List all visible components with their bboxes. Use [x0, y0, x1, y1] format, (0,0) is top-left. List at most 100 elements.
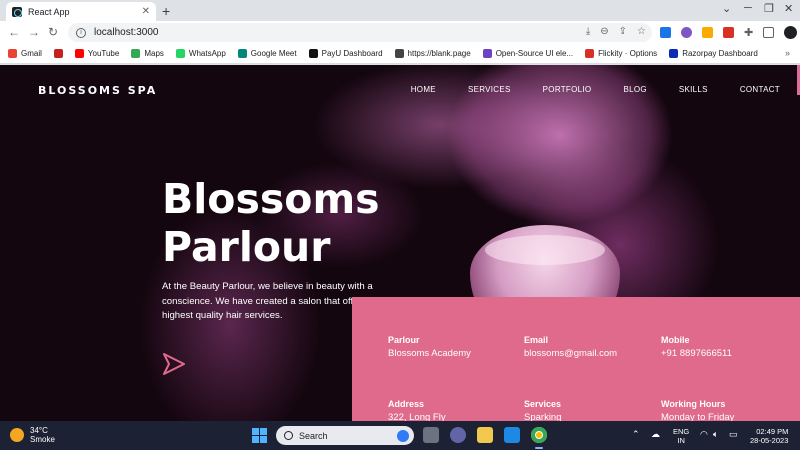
bookmark-item[interactable]: https://blank.page [394, 49, 471, 58]
bookmark-item[interactable]: PayU Dashboard [308, 49, 383, 58]
bookmark-icon [394, 49, 404, 58]
info-label: Email [524, 335, 549, 345]
tab-strip: React App ✕ + ⌄ ─ ❐ ✕ [0, 0, 800, 21]
vscode-icon[interactable] [504, 427, 520, 443]
file-explorer-icon[interactable] [477, 427, 493, 443]
hero-title-line1: Blossoms [162, 175, 380, 223]
bookmark-item[interactable]: Gmail [8, 49, 42, 58]
bookmark-label: https://blank.page [407, 49, 471, 58]
wifi-icon[interactable]: ◠ [700, 429, 708, 440]
clock-time: 02:49 PM [756, 427, 789, 436]
browser-tab[interactable]: React App ✕ [6, 2, 156, 21]
bing-icon[interactable] [397, 429, 409, 442]
chevron-up-icon[interactable]: ⌃ [632, 429, 640, 440]
info-icon[interactable]: i [76, 27, 86, 38]
close-tab-icon[interactable]: ✕ [142, 6, 150, 17]
bookmark-label: Razorpay Dashboard [682, 49, 758, 58]
weather-desc: Smoke [30, 435, 55, 444]
react-icon [12, 6, 22, 17]
chrome-icon[interactable] [531, 427, 547, 443]
bookmark-label: Google Meet [250, 49, 297, 58]
side-panel-icon[interactable] [763, 27, 775, 38]
nav-home[interactable]: HOME [411, 85, 436, 94]
taskbar-search[interactable]: Search [276, 426, 414, 445]
info-panel: Parlour Blossoms Academy Email blossoms@… [352, 297, 800, 421]
info-value[interactable]: +91 8897666511 [661, 348, 800, 359]
bookmark-label: WhatsApp [188, 49, 226, 58]
bookmark-item[interactable]: Open-Source UI ele... [482, 49, 574, 58]
nav-portfolio[interactable]: PORTFOLIO [543, 85, 592, 94]
send-arrow-icon[interactable] [162, 353, 186, 375]
nav-contact[interactable]: CONTACT [740, 85, 780, 94]
bookmark-label: PayU Dashboard [321, 49, 383, 58]
install-icon[interactable]: ⤓ [586, 26, 590, 37]
address-bar[interactable]: i localhost:3000 ⤓ ⊖ ⇪ ☆ [68, 23, 652, 42]
battery-icon[interactable]: ▭ [729, 429, 738, 440]
active-app-indicator [535, 447, 543, 449]
bookmark-label: Open-Source UI ele... [495, 49, 574, 58]
bookmark-star-icon[interactable]: ☆ [637, 26, 646, 37]
info-value: Monday to Friday [661, 412, 735, 421]
info-parlour: Parlour Blossoms Academy [388, 335, 528, 359]
volume-icon[interactable]: 🔈︎ [713, 429, 718, 440]
bookmarks-more-icon[interactable]: » [785, 48, 790, 58]
search-icon [284, 431, 293, 440]
bookmark-item[interactable]: WhatsApp [175, 49, 226, 58]
profile-avatar[interactable] [784, 26, 798, 39]
page-viewport: BLOSSOMS SPA HOME SERVICES PORTFOLIO BLO… [0, 65, 800, 421]
info-value: 322, Long Fly [388, 412, 446, 421]
bookmark-item[interactable]: YouTube [74, 49, 119, 58]
bookmark-item[interactable]: Maps [131, 49, 164, 58]
info-label: Mobile [661, 335, 690, 345]
minimize-icon[interactable]: ─ [744, 2, 752, 14]
info-address: Address 322, Long Fly [388, 399, 528, 421]
url-text: localhost:3000 [94, 27, 159, 38]
teams-icon[interactable] [450, 427, 466, 443]
new-tab-button[interactable]: + [162, 3, 170, 19]
bookmark-icon [669, 49, 679, 58]
extension-icon[interactable] [681, 27, 692, 38]
bookmark-item[interactable]: Google Meet [237, 49, 297, 58]
reload-icon[interactable]: ↻ [48, 25, 58, 39]
back-icon[interactable]: ← [8, 25, 20, 39]
language-indicator[interactable]: ENG IN [673, 427, 689, 445]
cloud-icon[interactable]: ☁ [651, 429, 660, 440]
chevron-down-icon[interactable]: ⌄ [722, 2, 731, 15]
bookmark-item[interactable]: Razorpay Dashboard [669, 49, 758, 58]
info-label: Working Hours [661, 399, 726, 409]
zoom-icon[interactable]: ⊖ [600, 26, 608, 37]
nav-services[interactable]: SERVICES [468, 85, 511, 94]
search-placeholder: Search [299, 430, 328, 441]
bookmark-icon [131, 49, 141, 58]
share-icon[interactable]: ⇪ [619, 26, 627, 37]
clock[interactable]: 02:49 PM 28-05-2023 [750, 427, 788, 445]
forward-icon[interactable]: → [28, 25, 40, 39]
windows-start-icon[interactable] [252, 428, 267, 443]
bookmark-icon [237, 49, 247, 58]
nav-blog[interactable]: BLOG [623, 85, 646, 94]
bookmark-icon [175, 49, 185, 58]
puzzle-icon[interactable]: ✚ [744, 26, 753, 39]
weather-temp: 34°C [30, 426, 48, 435]
bookmark-icon [585, 49, 595, 58]
nav-skills[interactable]: SKILLS [679, 85, 708, 94]
pen-extension-icon[interactable] [702, 27, 713, 38]
site-logo[interactable]: BLOSSOMS SPA [38, 84, 157, 97]
info-value[interactable]: blossoms@gmail.com [524, 348, 664, 359]
hero-title: Blossoms Parlour [162, 175, 380, 271]
info-services: Services Sparking [524, 399, 664, 421]
bookmarks-bar: Gmail YouTube Maps WhatsApp Google Meet PayU … [0, 44, 800, 64]
bookmark-icon [308, 49, 318, 58]
extension-icon[interactable] [723, 27, 734, 38]
restore-icon[interactable]: ❐ [764, 2, 774, 15]
close-window-icon[interactable]: ✕ [784, 2, 793, 15]
info-working-hours: Working Hours Monday to Friday [661, 399, 800, 421]
extension-icon[interactable] [660, 27, 671, 38]
bookmark-label: Gmail [21, 49, 42, 58]
task-view-icon[interactable] [423, 427, 439, 443]
bookmark-item[interactable]: Flickity · Options [585, 49, 657, 58]
bookmark-item[interactable] [53, 49, 63, 58]
info-value: Blossoms Academy [388, 348, 471, 359]
bookmark-icon [74, 49, 84, 58]
weather-widget[interactable]: 34°C Smoke [10, 426, 55, 444]
